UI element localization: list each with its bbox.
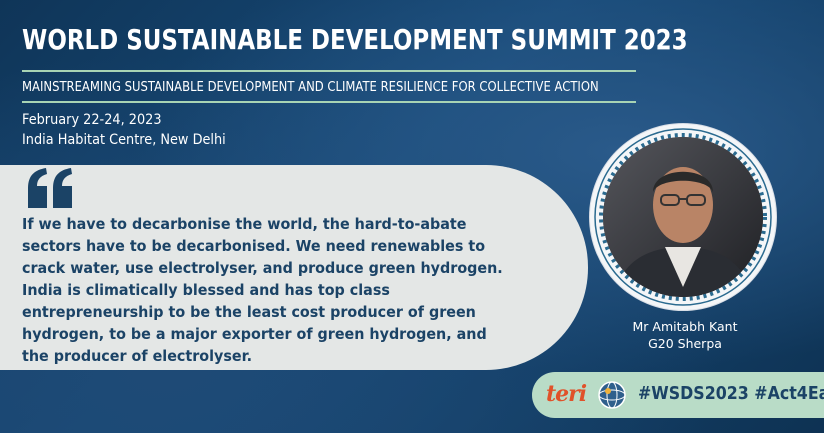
event-date: February 22-24, 2023 bbox=[22, 112, 162, 128]
quote-line: hydrogen, to be a major exporter of gree… bbox=[22, 325, 487, 343]
quote-line: the producer of electrolyser. bbox=[22, 347, 253, 365]
quote-line: India is climatically blessed and has to… bbox=[22, 281, 390, 299]
summit-theme: MAINSTREAMING SUSTAINABLE DEVELOPMENT AN… bbox=[22, 79, 599, 95]
title-divider bbox=[22, 70, 636, 72]
event-details: February 22-24, 2023 India Habitat Centr… bbox=[22, 110, 243, 150]
speaker-name: Mr Amitabh Kant bbox=[632, 319, 738, 334]
quote-line: sectors have to be decarbonised. We need… bbox=[22, 237, 486, 255]
quote-line: crack water, use electrolyser, and produ… bbox=[22, 259, 503, 277]
speaker-role: G20 Sherpa bbox=[648, 336, 722, 351]
wsds-globe-icon bbox=[598, 381, 626, 409]
quote-mark-icon bbox=[28, 168, 72, 208]
theme-divider bbox=[22, 101, 636, 103]
speaker-caption: Mr Amitabh Kant G20 Sherpa bbox=[610, 318, 760, 352]
hashtags: #WSDS2023 #Act4Earth bbox=[638, 383, 824, 404]
speaker-photo bbox=[603, 137, 763, 297]
quote-line: If we have to decarbonise the world, the… bbox=[22, 215, 467, 233]
event-quote-card: WORLD SUSTAINABLE DEVELOPMENT SUMMIT 202… bbox=[0, 0, 824, 433]
summit-title: WORLD SUSTAINABLE DEVELOPMENT SUMMIT 202… bbox=[22, 23, 688, 56]
teri-logo: teri bbox=[546, 381, 587, 407]
quote-text: If we have to decarbonise the world, the… bbox=[22, 213, 562, 367]
event-venue: India Habitat Centre, New Delhi bbox=[22, 132, 226, 148]
quote-line: entrepreneurship to be the least cost pr… bbox=[22, 303, 476, 321]
